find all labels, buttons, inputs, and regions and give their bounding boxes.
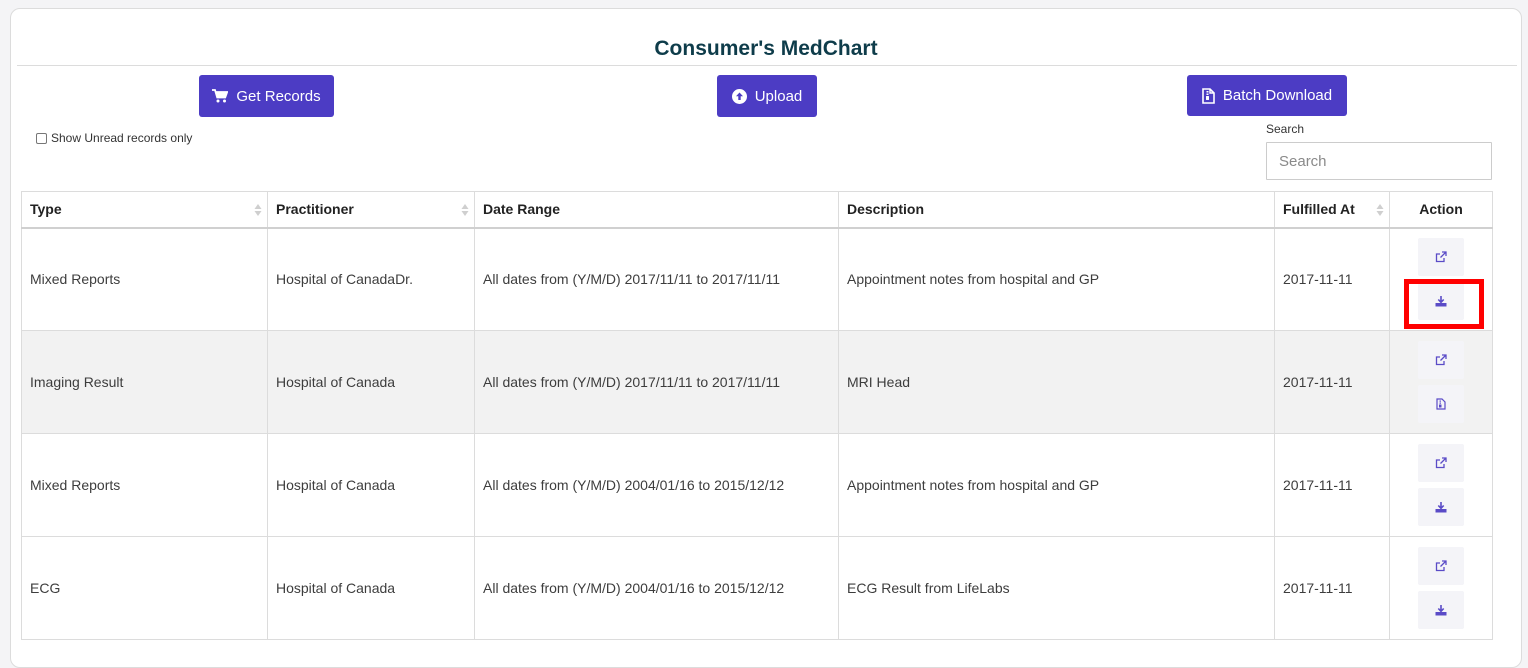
download-icon	[1435, 295, 1447, 307]
shopping-cart-icon	[212, 89, 229, 103]
cell-date-range: All dates from (Y/M/D) 2004/01/16 to 201…	[474, 536, 839, 640]
table-row: ECG Hospital of Canada All dates from (Y…	[21, 536, 1493, 640]
open-record-button[interactable]	[1418, 341, 1464, 379]
cell-description: MRI Head	[838, 330, 1275, 434]
cell-description: ECG Result from LifeLabs	[838, 536, 1275, 640]
cell-description: Appointment notes from hospital and GP	[838, 433, 1275, 537]
download-record-button[interactable]	[1418, 282, 1464, 321]
header-action: Action	[1389, 191, 1493, 228]
external-link-icon	[1435, 251, 1447, 263]
table-row: Imaging Result Hospital of Canada All da…	[21, 330, 1493, 434]
table-row: Mixed Reports Hospital of Canada All dat…	[21, 433, 1493, 537]
header-type[interactable]: Type	[21, 191, 268, 228]
batch-download-label: Batch Download	[1222, 87, 1333, 104]
external-link-icon	[1435, 354, 1447, 366]
header-practitioner[interactable]: Practitioner	[267, 191, 475, 228]
table-row: Mixed Reports Hospital of CanadaDr. All …	[21, 227, 1493, 331]
cell-fulfilled-at: 2017-11-11	[1274, 433, 1390, 537]
download-icon	[1435, 604, 1447, 615]
header-fulfilled-at[interactable]: Fulfilled At	[1274, 191, 1390, 228]
cell-fulfilled-at: 2017-11-11	[1274, 536, 1390, 640]
external-link-icon	[1435, 457, 1447, 469]
cell-action	[1389, 433, 1493, 537]
external-link-icon	[1435, 560, 1447, 572]
search-label: Search	[1266, 122, 1305, 136]
header-description-label: Description	[847, 201, 925, 218]
file-zip-icon	[1202, 87, 1215, 104]
cell-type: ECG	[21, 536, 268, 640]
show-unread-checkbox[interactable]	[36, 132, 47, 144]
arrow-circle-up-icon	[731, 88, 747, 104]
page-title: Consumer's MedChart	[654, 37, 878, 60]
upload-label: Upload	[754, 87, 803, 105]
cell-date-range: All dates from (Y/M/D) 2017/11/11 to 201…	[474, 227, 839, 331]
header-fulfilled-at-label: Fulfilled At	[1283, 201, 1355, 218]
sort-icon	[461, 204, 469, 216]
header-type-label: Type	[30, 201, 62, 218]
download-record-button[interactable]	[1418, 488, 1464, 526]
cell-practitioner: Hospital of CanadaDr.	[267, 227, 475, 331]
cell-type: Imaging Result	[21, 330, 268, 434]
get-records-button[interactable]: Get Records	[199, 75, 334, 117]
get-records-label: Get Records	[236, 87, 321, 105]
sort-icon	[1376, 204, 1384, 216]
batch-download-button[interactable]: Batch Download	[1187, 75, 1347, 116]
header-description: Description	[838, 191, 1275, 228]
cell-type: Mixed Reports	[21, 433, 268, 537]
title-divider	[17, 65, 1517, 66]
cell-action	[1389, 227, 1493, 331]
open-record-button[interactable]	[1418, 547, 1464, 585]
upload-button[interactable]: Upload	[717, 75, 817, 117]
cell-description: Appointment notes from hospital and GP	[838, 227, 1275, 331]
cell-practitioner: Hospital of Canada	[267, 433, 475, 537]
cell-type: Mixed Reports	[21, 227, 268, 331]
download-icon	[1435, 501, 1447, 512]
file-zip-icon	[1436, 398, 1446, 410]
show-unread-label: Show Unread records only	[51, 131, 193, 145]
cell-date-range: All dates from (Y/M/D) 2004/01/16 to 201…	[474, 433, 839, 537]
records-table: Type Practitioner Date Range Description…	[21, 191, 1493, 640]
cell-fulfilled-at: 2017-11-11	[1274, 227, 1390, 331]
cell-action	[1389, 536, 1493, 640]
header-date-range-label: Date Range	[483, 201, 561, 218]
search-input[interactable]	[1266, 142, 1492, 180]
header-practitioner-label: Practitioner	[276, 201, 354, 218]
sort-icon	[254, 204, 262, 216]
cell-date-range: All dates from (Y/M/D) 2017/11/11 to 201…	[474, 330, 839, 434]
header-action-label: Action	[1419, 201, 1463, 218]
cell-practitioner: Hospital of Canada	[267, 536, 475, 640]
open-record-button[interactable]	[1418, 238, 1464, 277]
view-file-button[interactable]	[1418, 385, 1464, 423]
open-record-button[interactable]	[1418, 444, 1464, 482]
cell-fulfilled-at: 2017-11-11	[1274, 330, 1390, 434]
header-date-range: Date Range	[474, 191, 839, 228]
cell-action	[1389, 330, 1493, 434]
cell-practitioner: Hospital of Canada	[267, 330, 475, 434]
table-header-row: Type Practitioner Date Range Description…	[21, 191, 1493, 228]
download-record-button[interactable]	[1418, 591, 1464, 629]
show-unread-filter[interactable]: Show Unread records only	[36, 131, 192, 145]
